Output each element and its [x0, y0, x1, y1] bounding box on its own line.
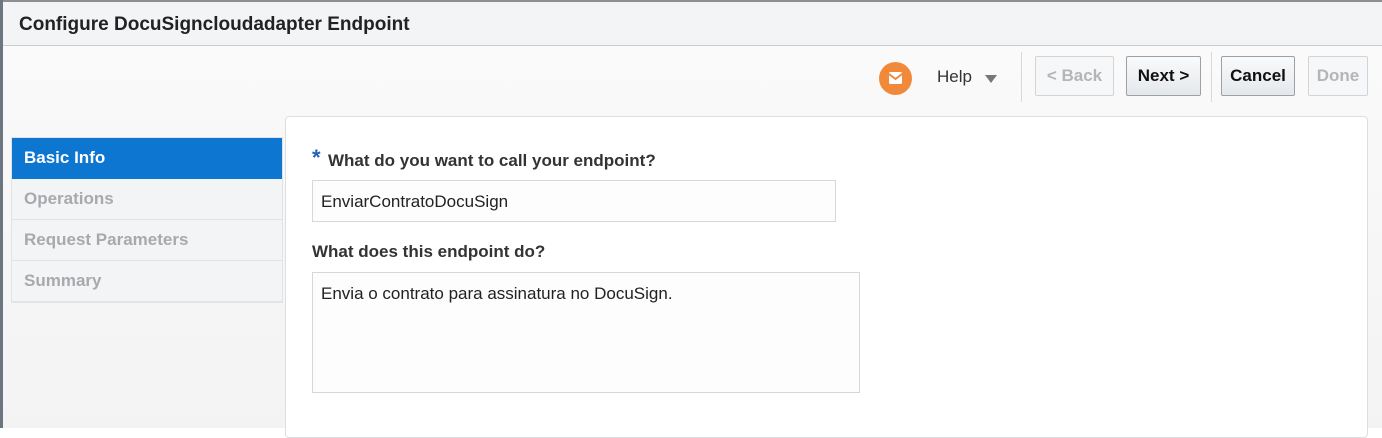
form-panel: * What do you want to call your endpoint… — [285, 116, 1368, 438]
wizard-train: Basic Info Operations Request Parameters… — [11, 137, 283, 303]
help-menu[interactable]: Help — [937, 67, 972, 87]
support-icon[interactable] — [879, 62, 912, 95]
endpoint-description-textarea[interactable]: Envia o contrato para assinatura no Docu… — [312, 272, 860, 393]
endpoint-name-label: What do you want to call your endpoint? — [328, 151, 656, 170]
endpoint-name-input[interactable]: EnviarContratoDocuSign — [312, 180, 836, 222]
dialog-titlebar: Configure DocuSigncloudadapter Endpoint — [3, 0, 1382, 46]
train-item-request-parameters[interactable]: Request Parameters — [12, 220, 282, 261]
toolbar-divider — [1211, 52, 1212, 102]
done-button[interactable]: Done — [1308, 56, 1368, 96]
next-button[interactable]: Next > — [1126, 56, 1201, 96]
dialog-title: Configure DocuSigncloudadapter Endpoint — [19, 14, 410, 35]
train-item-operations[interactable]: Operations — [12, 179, 282, 220]
endpoint-description-label: What does this endpoint do? — [312, 242, 546, 261]
dialog-content: Help < Back Next > Cancel Done Basic Inf… — [3, 46, 1382, 438]
cancel-button[interactable]: Cancel — [1221, 56, 1295, 96]
required-marker: * — [312, 145, 321, 170]
back-button[interactable]: < Back — [1035, 56, 1114, 96]
chevron-down-icon[interactable] — [985, 75, 997, 83]
train-item-basic-info[interactable]: Basic Info — [12, 138, 282, 179]
train-item-summary[interactable]: Summary — [12, 261, 282, 302]
toolbar-divider — [1021, 52, 1022, 102]
